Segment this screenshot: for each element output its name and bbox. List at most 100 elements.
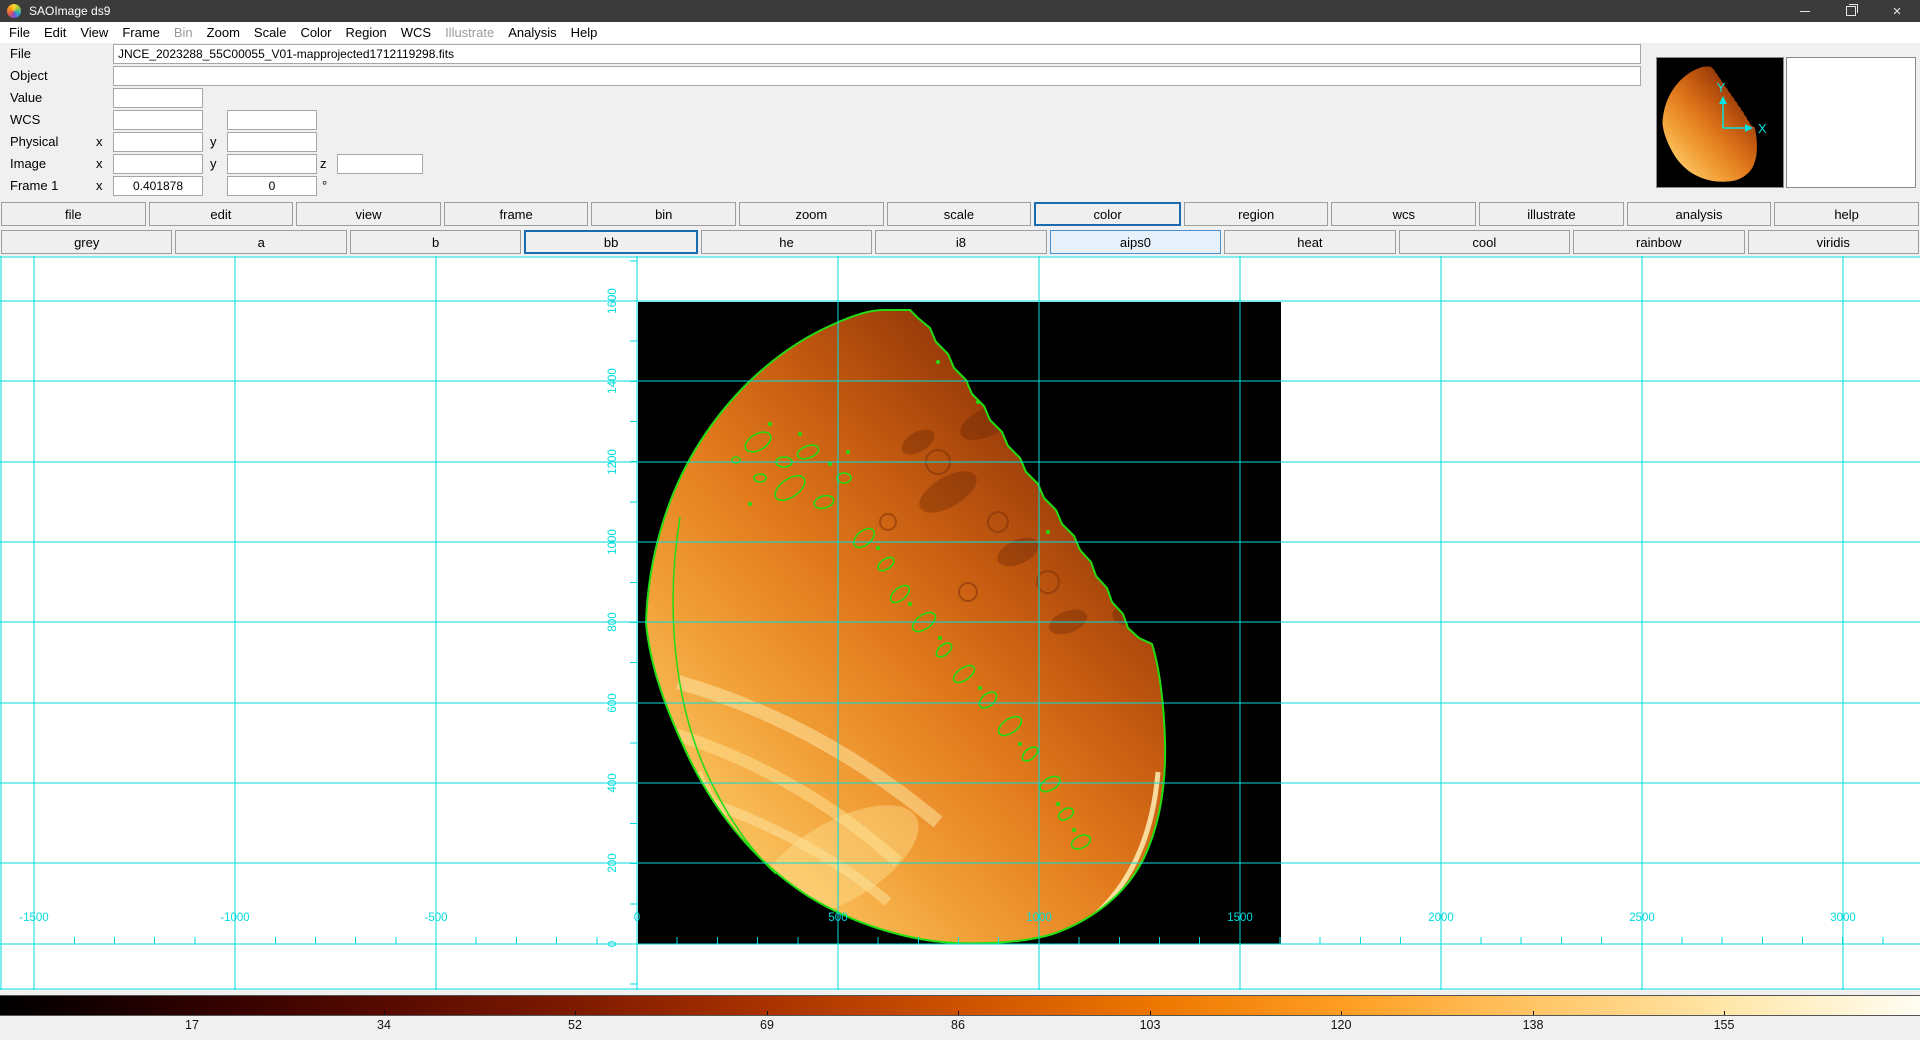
view-button[interactable]: view bbox=[296, 202, 441, 226]
region-button[interactable]: region bbox=[1184, 202, 1329, 226]
physical-row: Physical x y bbox=[0, 132, 1700, 152]
physical-x-label: x bbox=[96, 132, 103, 152]
colorbar-label: 69 bbox=[760, 1018, 774, 1032]
menu-zoom[interactable]: Zoom bbox=[200, 25, 247, 40]
menu-file[interactable]: File bbox=[2, 25, 37, 40]
close-button[interactable]: × bbox=[1874, 0, 1920, 22]
window-controls: × bbox=[1782, 0, 1920, 22]
menu-analysis[interactable]: Analysis bbox=[501, 25, 563, 40]
colorbar-tick bbox=[575, 1011, 576, 1015]
bin-button[interactable]: bin bbox=[591, 202, 736, 226]
menu-edit[interactable]: Edit bbox=[37, 25, 73, 40]
colormap-b-button[interactable]: b bbox=[350, 230, 521, 254]
wcs-label: WCS bbox=[10, 110, 40, 130]
help-button[interactable]: help bbox=[1774, 202, 1919, 226]
colorbar-label: 52 bbox=[568, 1018, 582, 1032]
colorbar-tick bbox=[767, 1011, 768, 1015]
panner-thumbnail: Y X bbox=[1657, 58, 1783, 187]
close-icon: × bbox=[1893, 4, 1902, 19]
object-field[interactable] bbox=[113, 66, 1641, 86]
toolbar-row-1: file edit view frame bin zoom scale colo… bbox=[0, 200, 1920, 228]
colormap-i8-button[interactable]: i8 bbox=[875, 230, 1046, 254]
image-x-field[interactable] bbox=[113, 154, 203, 174]
menu-view[interactable]: View bbox=[73, 25, 115, 40]
colorbar-tick bbox=[958, 1011, 959, 1015]
info-panel: File JNCE_2023288_55C00055_V01-mapprojec… bbox=[0, 43, 1920, 200]
image-label: Image bbox=[10, 154, 46, 174]
minimize-button[interactable] bbox=[1782, 0, 1828, 22]
wcs-button[interactable]: wcs bbox=[1331, 202, 1476, 226]
window-title: SAOImage ds9 bbox=[29, 4, 110, 18]
colormap-a-button[interactable]: a bbox=[175, 230, 346, 254]
colormap-cool-button[interactable]: cool bbox=[1399, 230, 1570, 254]
colormap-grey-button[interactable]: grey bbox=[1, 230, 172, 254]
color-button[interactable]: color bbox=[1034, 202, 1181, 226]
colormap-bb-button[interactable]: bb bbox=[524, 230, 697, 254]
image-row: Image x y z bbox=[0, 154, 1700, 174]
menu-scale[interactable]: Scale bbox=[247, 25, 294, 40]
minimize-icon bbox=[1800, 11, 1810, 12]
grid-y-label: 1400 bbox=[607, 368, 619, 394]
grid-y-label: 1600 bbox=[607, 288, 619, 314]
grid-x-label: -1500 bbox=[19, 912, 48, 924]
frame-zoom-field[interactable]: 0.401878 bbox=[113, 176, 203, 196]
frame-button[interactable]: frame bbox=[444, 202, 589, 226]
colorbar-tick bbox=[1533, 1011, 1534, 1015]
image-z-label: z bbox=[320, 154, 327, 174]
zoom-button[interactable]: zoom bbox=[739, 202, 884, 226]
colorbar-label: 120 bbox=[1331, 1018, 1352, 1032]
grid-x-label: 2500 bbox=[1629, 912, 1655, 924]
menu-bar: File Edit View Frame Bin Zoom Scale Colo… bbox=[0, 22, 1920, 43]
colormap-he-button[interactable]: he bbox=[701, 230, 872, 254]
app-icon bbox=[7, 4, 21, 18]
object-row: Object bbox=[0, 66, 1700, 86]
restore-button[interactable] bbox=[1828, 0, 1874, 22]
colorbar[interactable] bbox=[0, 995, 1920, 1016]
restore-icon bbox=[1846, 6, 1856, 16]
menu-color[interactable]: Color bbox=[293, 25, 338, 40]
degree-symbol: ° bbox=[322, 176, 327, 196]
magnifier[interactable] bbox=[1786, 57, 1916, 188]
physical-y-field[interactable] bbox=[227, 132, 317, 152]
wcs-field-2[interactable] bbox=[227, 110, 317, 130]
file-field[interactable]: JNCE_2023288_55C00055_V01-mapprojected17… bbox=[113, 44, 1641, 64]
image-y-field[interactable] bbox=[227, 154, 317, 174]
wcs-row: WCS bbox=[0, 110, 1700, 130]
frame-rotation-field[interactable]: 0 bbox=[227, 176, 317, 196]
colorbar-label: 138 bbox=[1523, 1018, 1544, 1032]
image-canvas[interactable]: -1500-1000-50005001000150020002500300016… bbox=[0, 256, 1920, 990]
panner[interactable]: Y X bbox=[1656, 57, 1784, 188]
file-button[interactable]: file bbox=[1, 202, 146, 226]
menu-bin: Bin bbox=[167, 25, 200, 40]
value-field[interactable] bbox=[113, 88, 203, 108]
scale-button[interactable]: scale bbox=[887, 202, 1032, 226]
wcs-field-1[interactable] bbox=[113, 110, 203, 130]
file-label: File bbox=[10, 44, 31, 64]
svg-text:Y: Y bbox=[1717, 80, 1726, 95]
toolbar-row-2: grey a b bb he i8 aips0 heat cool rainbo… bbox=[0, 228, 1920, 256]
colormap-aips0-button[interactable]: aips0 bbox=[1050, 230, 1221, 254]
physical-x-field[interactable] bbox=[113, 132, 203, 152]
menu-help[interactable]: Help bbox=[564, 25, 605, 40]
grid-y-label: 400 bbox=[607, 773, 619, 792]
colorbar-label: 155 bbox=[1714, 1018, 1735, 1032]
physical-y-label: y bbox=[210, 132, 217, 152]
colormap-heat-button[interactable]: heat bbox=[1224, 230, 1395, 254]
frame-row: Frame 1 x 0.401878 0 ° bbox=[0, 176, 1700, 196]
colorbar-tick bbox=[192, 1011, 193, 1015]
illustrate-button[interactable]: illustrate bbox=[1479, 202, 1624, 226]
frame-label: Frame 1 bbox=[10, 176, 58, 196]
menu-frame[interactable]: Frame bbox=[115, 25, 167, 40]
image-z-field[interactable] bbox=[337, 154, 423, 174]
menu-wcs[interactable]: WCS bbox=[394, 25, 438, 40]
grid-y-label: 1200 bbox=[607, 449, 619, 475]
analysis-button[interactable]: analysis bbox=[1627, 202, 1772, 226]
colormap-viridis-button[interactable]: viridis bbox=[1748, 230, 1919, 254]
grid-x-label: -1000 bbox=[220, 912, 249, 924]
edit-button[interactable]: edit bbox=[149, 202, 294, 226]
grid-y-label: 0 bbox=[607, 941, 619, 947]
colormap-rainbow-button[interactable]: rainbow bbox=[1573, 230, 1744, 254]
frame-x-label: x bbox=[96, 176, 103, 196]
fits-image[interactable] bbox=[638, 302, 1281, 944]
menu-region[interactable]: Region bbox=[339, 25, 394, 40]
